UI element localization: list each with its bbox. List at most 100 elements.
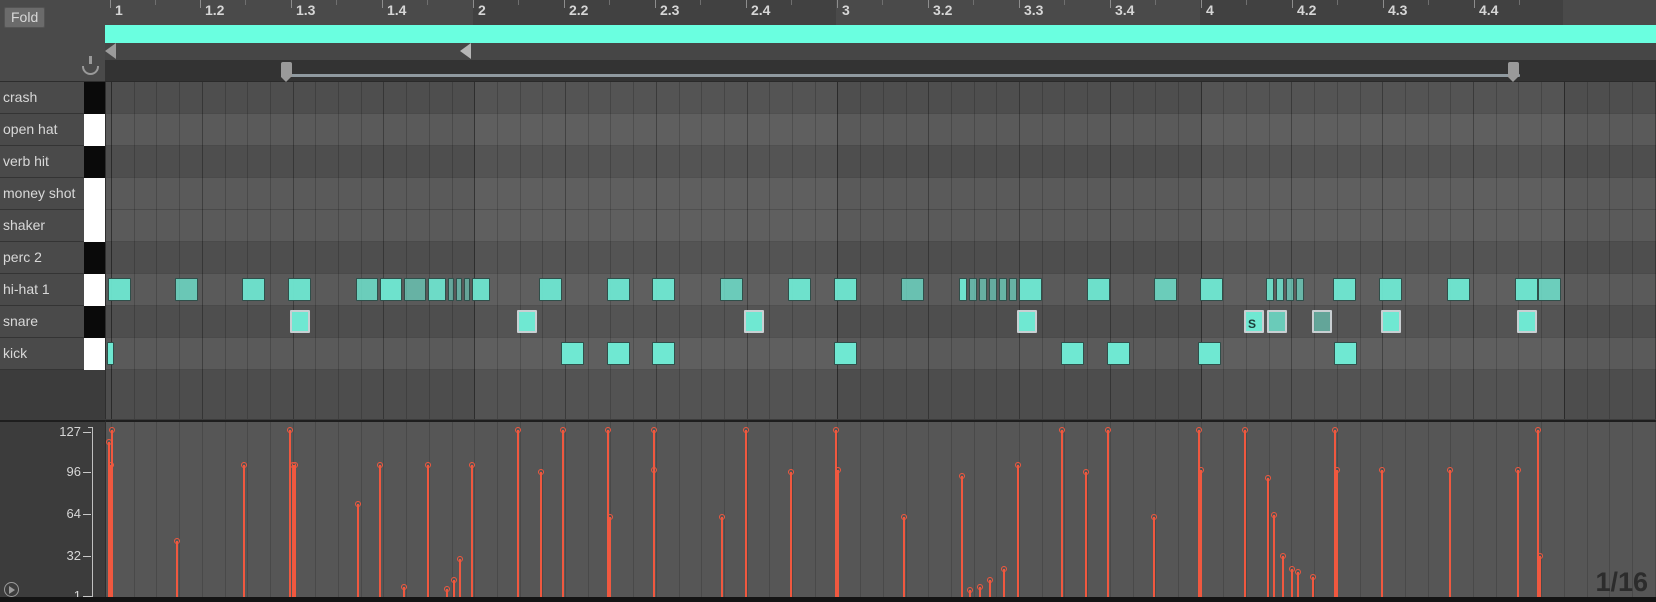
velocity-stem[interactable] [961, 475, 963, 598]
velocity-handle[interactable] [966, 587, 973, 594]
velocity-stem[interactable] [1107, 430, 1109, 598]
midi-note[interactable] [1333, 278, 1356, 301]
velocity-handle[interactable] [173, 537, 180, 544]
headphone-icon[interactable] [82, 56, 99, 75]
midi-note[interactable] [107, 342, 114, 365]
velocity-lane[interactable]: 1/16 [105, 420, 1656, 602]
velocity-handle[interactable] [1309, 574, 1316, 581]
velocity-handle[interactable] [291, 462, 298, 469]
velocity-handle[interactable] [354, 501, 361, 508]
midi-note[interactable] [380, 278, 402, 301]
velocity-handle[interactable] [376, 462, 383, 469]
midi-note[interactable] [607, 342, 630, 365]
velocity-stem[interactable] [517, 430, 519, 598]
grid-resolution-label[interactable]: 1/16 [1595, 567, 1648, 598]
midi-note[interactable] [834, 342, 857, 365]
velocity-handle[interactable] [1294, 568, 1301, 575]
velocity-stem[interactable] [427, 465, 429, 598]
midi-note[interactable] [472, 278, 490, 301]
velocity-handle[interactable] [456, 555, 463, 562]
piano-key-black[interactable] [84, 82, 105, 114]
playback-position-marker[interactable] [460, 43, 471, 59]
velocity-stem[interactable] [790, 471, 792, 598]
velocity-stem[interactable] [1517, 470, 1519, 598]
track-row-open-hat[interactable]: open hat [0, 114, 105, 146]
velocity-handle[interactable] [1378, 467, 1385, 474]
midi-note[interactable] [404, 278, 426, 301]
piano-key-white[interactable] [84, 338, 105, 370]
midi-note[interactable] [290, 310, 310, 333]
midi-note[interactable] [720, 278, 743, 301]
velocity-handle[interactable] [443, 585, 450, 592]
velocity-handle[interactable] [604, 427, 611, 433]
midi-note[interactable] [242, 278, 265, 301]
marker-row[interactable] [105, 43, 1656, 60]
scrollbar-thumb[interactable] [285, 74, 1520, 77]
velocity-handle[interactable] [1014, 462, 1021, 469]
velocity-handle[interactable] [286, 427, 293, 433]
velocity-stem[interactable] [745, 430, 747, 598]
midi-note[interactable] [1381, 310, 1401, 333]
velocity-stem[interactable] [176, 540, 178, 598]
midi-note[interactable] [1266, 278, 1274, 301]
midi-note[interactable] [1154, 278, 1177, 301]
velocity-handle[interactable] [1197, 467, 1204, 474]
velocity-stem[interactable] [1244, 430, 1246, 598]
velocity-handle[interactable] [1534, 427, 1541, 433]
velocity-stem[interactable] [459, 558, 461, 598]
velocity-handle[interactable] [650, 427, 657, 433]
midi-note[interactable] [1198, 342, 1221, 365]
velocity-handle[interactable] [834, 467, 841, 474]
velocity-stem[interactable] [903, 517, 905, 598]
velocity-handle[interactable] [1331, 427, 1338, 433]
velocity-handle[interactable] [1150, 514, 1157, 521]
midi-note[interactable] [428, 278, 446, 301]
piano-key-white[interactable] [84, 210, 105, 242]
midi-note[interactable] [979, 278, 987, 301]
midi-note[interactable] [1009, 278, 1017, 301]
velocity-handle[interactable] [1279, 553, 1286, 560]
track-row-shaker[interactable]: shaker [0, 210, 105, 242]
velocity-handle[interactable] [1446, 467, 1453, 474]
piano-key-black[interactable] [84, 242, 105, 274]
midi-note[interactable] [288, 278, 311, 301]
velocity-stem[interactable] [357, 504, 359, 598]
velocity-handle[interactable] [606, 514, 613, 521]
velocity-handle[interactable] [958, 472, 965, 479]
midi-note[interactable] [1286, 278, 1294, 301]
zoom-handle-left[interactable] [281, 62, 292, 82]
piano-key-white[interactable] [84, 114, 105, 146]
velocity-handle[interactable] [1333, 467, 1340, 474]
velocity-handle[interactable] [986, 576, 993, 583]
velocity-stem[interactable] [1003, 569, 1005, 598]
velocity-stem[interactable] [540, 471, 542, 598]
velocity-handle[interactable] [1264, 475, 1271, 482]
velocity-stem[interactable] [837, 470, 839, 598]
velocity-handle[interactable] [1288, 566, 1295, 573]
midi-note[interactable] [959, 278, 967, 301]
velocity-stem[interactable] [1085, 471, 1087, 598]
velocity-handle[interactable] [450, 576, 457, 583]
midi-note[interactable] [1379, 278, 1402, 301]
track-row-perc-2[interactable]: perc 2 [0, 242, 105, 274]
midi-note[interactable] [999, 278, 1007, 301]
velocity-stem[interactable] [471, 465, 473, 598]
velocity-stem[interactable] [721, 517, 723, 598]
velocity-handle[interactable] [240, 462, 247, 469]
note-grid[interactable]: S [105, 82, 1656, 419]
timeline-ruler[interactable]: 1 1.2 1.3 1.4 2 2.2 2.3 2.4 3 3.2 3.3 3.4 4 4.2 4.3 4.4 [105, 0, 1656, 25]
velocity-handle[interactable] [832, 427, 839, 433]
midi-note[interactable] [1517, 310, 1537, 333]
midi-note[interactable] [1019, 278, 1042, 301]
fold-button[interactable]: Fold [4, 7, 46, 28]
midi-note[interactable] [969, 278, 977, 301]
midi-note[interactable] [175, 278, 198, 301]
velocity-stem[interactable] [1381, 470, 1383, 598]
midi-note[interactable] [561, 342, 584, 365]
velocity-handle[interactable] [650, 467, 657, 474]
midi-note[interactable] [456, 278, 462, 301]
velocity-stem[interactable] [1312, 577, 1314, 598]
velocity-handle[interactable] [1241, 427, 1248, 433]
midi-note[interactable] [1017, 310, 1037, 333]
track-row-hi-hat-1[interactable]: hi-hat 1 [0, 274, 105, 306]
